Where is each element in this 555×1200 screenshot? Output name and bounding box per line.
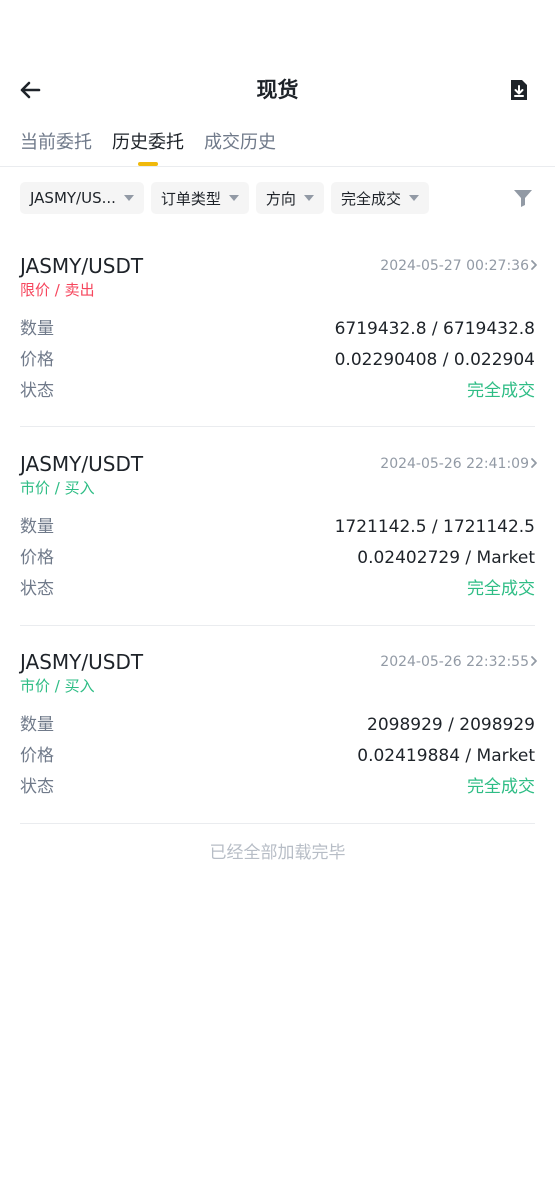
quantity-label: 数量 [20,715,54,735]
chevron-right-icon [531,656,537,666]
quantity-row: 数量 6719432.8 / 6719432.8 [20,316,535,342]
tab-divider [0,166,555,167]
quantity-row: 数量 1721142.5 / 1721142.5 [20,514,535,540]
chevron-right-icon [531,260,537,270]
order-side: 市价 / 买入 [20,677,95,695]
order-pair: JASMY/USDT [20,254,144,278]
status-label: 状态 [20,777,54,797]
quantity-label: 数量 [20,319,54,339]
order-divider [20,823,535,824]
order-side: 限价 / 卖出 [20,281,95,299]
tab-open-orders[interactable]: 当前委托 [20,128,92,168]
pair-filter-label: JASMY/US... [30,189,116,207]
caret-down-icon [123,195,134,201]
tab-label: 当前委托 [20,132,92,153]
filter-bar: JASMY/US... 订单类型 方向 完全成交 [20,182,535,214]
status-row: 状态 完全成交 [20,774,535,800]
order-time[interactable]: 2024-05-27 00:27:36 [380,256,529,276]
top-bar: 现货 [0,60,555,120]
order-card[interactable]: JASMY/USDT 限价 / 卖出 2024-05-27 00:27:36 数… [20,252,537,442]
funnel-icon[interactable] [511,186,535,210]
status-row: 状态 完全成交 [20,378,535,404]
price-row: 价格 0.02402729 / Market [20,545,535,571]
order-card[interactable]: JASMY/USDT 市价 / 买入 2024-05-26 22:41:09 数… [20,450,537,640]
price-value: 0.02290408 / 0.022904 [334,350,535,370]
download-icon [511,80,527,100]
status-label: 状态 [20,381,54,401]
order-type-filter-label: 订单类型 [160,189,221,208]
order-tabs: 当前委托 历史委托 成交历史 [20,128,296,168]
order-card[interactable]: JASMY/USDT 市价 / 买入 2024-05-26 22:32:55 数… [20,648,537,838]
tab-label: 成交历史 [204,132,276,153]
order-time[interactable]: 2024-05-26 22:41:09 [380,454,529,474]
order-divider [20,426,535,427]
status-filter-label: 完全成交 [340,189,401,208]
order-pair: JASMY/USDT [20,452,144,476]
quantity-value: 2098929 / 2098929 [367,715,535,735]
status-value: 完全成交 [467,579,535,599]
order-type-filter-dropdown[interactable]: 订单类型 [150,182,249,214]
caret-down-icon [303,195,314,201]
price-row: 价格 0.02290408 / 0.022904 [20,347,535,373]
page-title: 现货 [256,78,299,102]
quantity-value: 6719432.8 / 6719432.8 [334,319,535,339]
status-filter-dropdown[interactable]: 完全成交 [330,182,429,214]
order-time[interactable]: 2024-05-26 22:32:55 [380,652,529,672]
status-label: 状态 [20,579,54,599]
order-divider [20,625,535,626]
status-value: 完全成交 [467,381,535,401]
price-value: 0.02402729 / Market [357,548,535,568]
caret-down-icon [408,195,419,201]
tab-trade-history[interactable]: 成交历史 [204,128,276,168]
status-row: 状态 完全成交 [20,576,535,602]
download-button[interactable] [503,74,535,106]
order-pair: JASMY/USDT [20,650,144,674]
order-side: 市价 / 买入 [20,479,95,497]
end-of-list-note: 已经全部加载完毕 [209,843,346,863]
quantity-value: 1721142.5 / 1721142.5 [334,517,535,537]
quantity-label: 数量 [20,517,54,537]
quantity-row: 数量 2098929 / 2098929 [20,712,535,738]
tab-order-history[interactable]: 历史委托 [112,128,184,168]
tab-label: 历史委托 [112,132,184,153]
direction-filter-dropdown[interactable]: 方向 [255,182,324,214]
price-label: 价格 [20,548,54,568]
caret-down-icon [228,195,239,201]
pair-filter-dropdown[interactable]: JASMY/US... [20,182,144,214]
status-value: 完全成交 [467,777,535,797]
price-label: 价格 [20,350,54,370]
price-label: 价格 [20,746,54,766]
direction-filter-label: 方向 [265,189,296,208]
chevron-right-icon [531,458,537,468]
price-row: 价格 0.02419884 / Market [20,743,535,769]
price-value: 0.02419884 / Market [357,746,535,766]
